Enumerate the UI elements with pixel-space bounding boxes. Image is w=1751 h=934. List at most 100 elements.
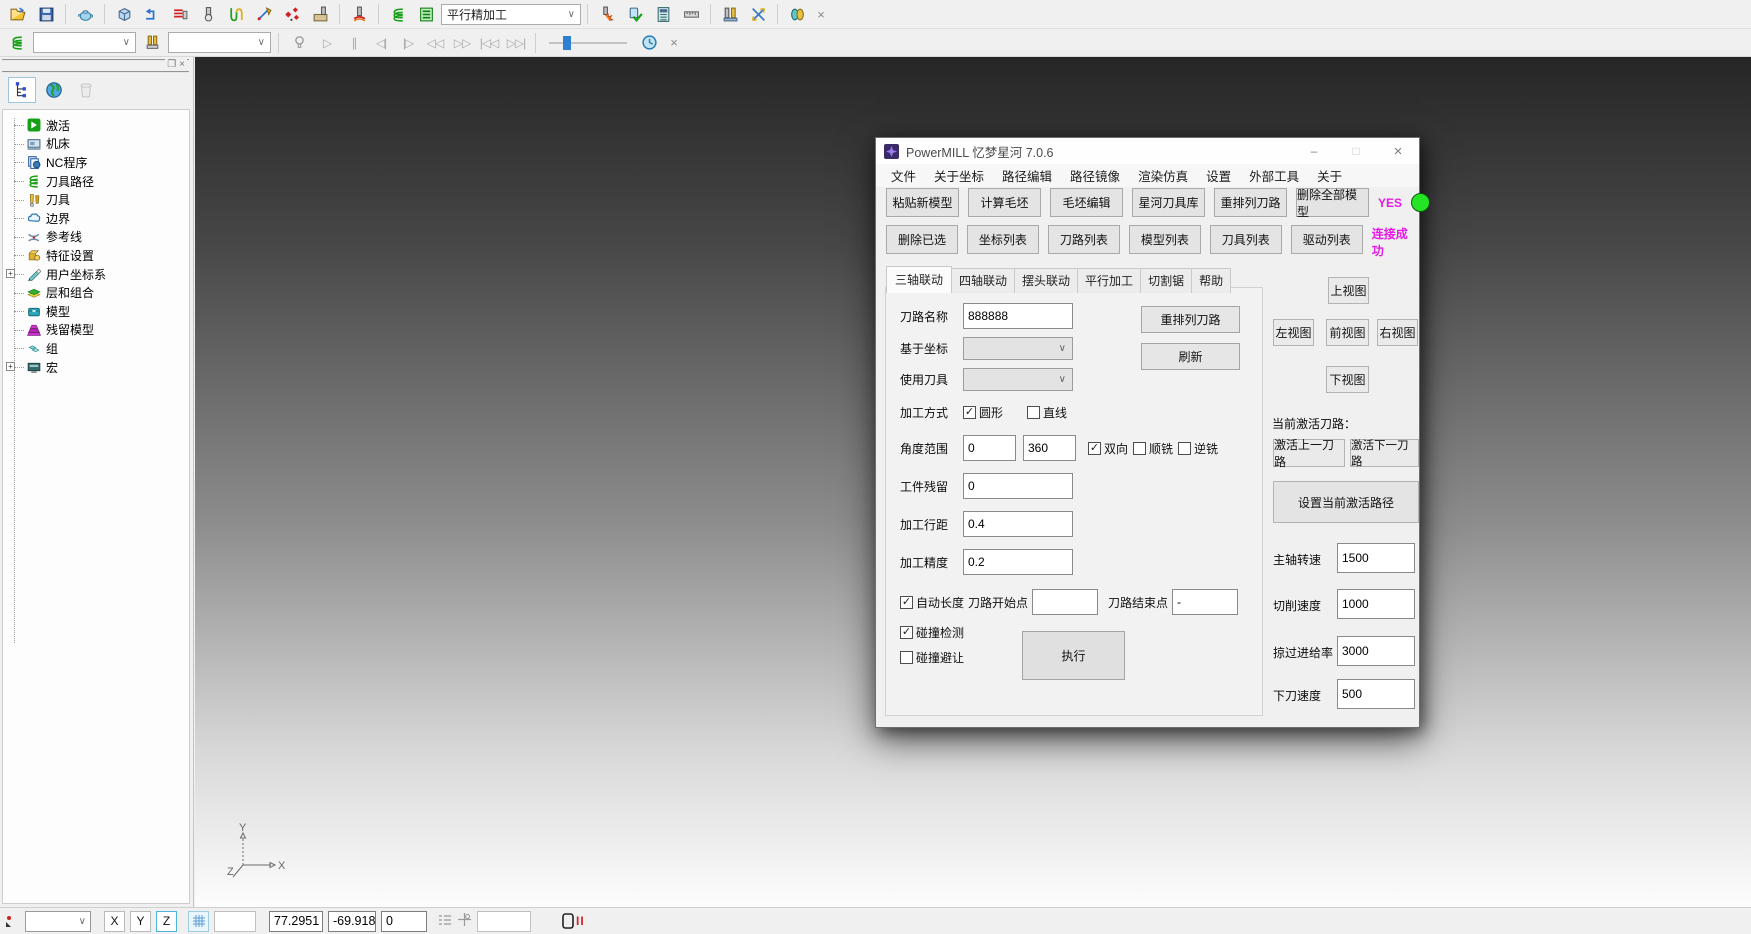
expand-icon[interactable]: + bbox=[6, 362, 15, 371]
drive-list-button[interactable]: 驱动列表 bbox=[1291, 225, 1363, 254]
execute-button[interactable]: 执行 bbox=[1022, 631, 1125, 680]
sim-toolpath-dropdown[interactable]: ∨ bbox=[33, 32, 136, 53]
measure-input[interactable] bbox=[477, 911, 531, 932]
toolpath-list-button[interactable]: 刀路列表 bbox=[1048, 225, 1120, 254]
rearrange-button[interactable]: 重排列刀路 bbox=[1141, 306, 1240, 333]
activate-prev-button[interactable]: 激活上一刀路 bbox=[1273, 439, 1345, 467]
tree-item-nc-program[interactable]: NC程序 bbox=[3, 153, 189, 172]
refresh-button[interactable]: 刷新 bbox=[1141, 343, 1240, 370]
menu-about-coords[interactable]: 关于坐标 bbox=[925, 166, 993, 185]
auto-length-checkbox[interactable]: ✓ bbox=[900, 596, 913, 609]
grid-toggle-icon[interactable] bbox=[188, 911, 209, 932]
circle-checkbox[interactable]: ✓ bbox=[963, 406, 976, 419]
limits-icon[interactable] bbox=[223, 2, 249, 26]
paste-new-model-button[interactable]: 粘贴新模型 bbox=[886, 188, 959, 217]
plunge-feed-input[interactable] bbox=[1337, 679, 1415, 709]
stock-edit-icon[interactable] bbox=[167, 2, 193, 26]
tree-item-machine[interactable]: 机床 bbox=[3, 135, 189, 154]
tool-pair-icon[interactable] bbox=[717, 2, 743, 26]
pause-icon[interactable]: ∥ bbox=[342, 36, 366, 50]
tree-item-models[interactable]: 模型 bbox=[3, 302, 189, 321]
view-top-button[interactable]: 上视图 bbox=[1328, 277, 1369, 304]
verify-collision-icon[interactable] bbox=[594, 2, 620, 26]
trash-icon[interactable] bbox=[72, 77, 100, 103]
stock-input[interactable] bbox=[963, 473, 1073, 499]
menu-path-edit[interactable]: 路径编辑 bbox=[993, 166, 1061, 185]
fast-forward-icon[interactable]: ▷▷ bbox=[450, 36, 474, 50]
play-icon[interactable]: ▷ bbox=[315, 36, 339, 50]
web-globe-icon[interactable] bbox=[40, 77, 68, 103]
sim-tool-icon[interactable] bbox=[139, 31, 165, 55]
axis-y-button[interactable]: Y bbox=[130, 911, 151, 932]
maximize-button[interactable]: □ bbox=[1335, 138, 1377, 164]
pause-indicator-icon[interactable]: II bbox=[562, 913, 585, 929]
coord-list-button[interactable]: 坐标列表 bbox=[967, 225, 1039, 254]
coord-y-field[interactable]: -69.918 bbox=[328, 911, 376, 932]
expand-icon[interactable]: + bbox=[6, 269, 15, 278]
tree-item-activate[interactable]: 激活 bbox=[3, 116, 189, 135]
toolpath-icon[interactable] bbox=[385, 2, 411, 26]
toolbar-close-icon[interactable]: × bbox=[665, 35, 683, 50]
transform-icon[interactable] bbox=[745, 2, 771, 26]
strategy-dropdown[interactable]: 平行精加工 ∨ bbox=[441, 4, 581, 25]
spindle-speed-input[interactable] bbox=[1337, 543, 1415, 573]
close-button[interactable]: × bbox=[1377, 138, 1419, 164]
slider-handle[interactable] bbox=[563, 36, 571, 50]
angle-to-input[interactable] bbox=[1023, 435, 1076, 461]
menu-settings[interactable]: 设置 bbox=[1197, 166, 1240, 185]
delete-all-models-button[interactable]: 删除全部模型 bbox=[1296, 188, 1369, 217]
climb-checkbox[interactable] bbox=[1133, 442, 1146, 455]
save-icon[interactable] bbox=[33, 2, 59, 26]
tool-list-button[interactable]: 刀具列表 bbox=[1210, 225, 1282, 254]
panel-grip[interactable]: ❐ × bbox=[2, 59, 189, 73]
tool-dropdown[interactable]: ∨ bbox=[963, 368, 1073, 391]
verify-ok-icon[interactable] bbox=[622, 2, 648, 26]
toolpath-icon[interactable] bbox=[4, 31, 30, 55]
snap-input[interactable] bbox=[214, 911, 256, 932]
rearrange-toolpath-button[interactable]: 重排列刀路 bbox=[1214, 188, 1287, 217]
angle-from-input[interactable] bbox=[963, 435, 1016, 461]
stepover-input[interactable] bbox=[963, 511, 1073, 537]
tree-item-tools[interactable]: 刀具 bbox=[3, 190, 189, 209]
clock-icon[interactable] bbox=[636, 31, 662, 55]
axis-z-button[interactable]: Z bbox=[156, 911, 177, 932]
tab-tilt-head[interactable]: 摆头联动 bbox=[1014, 268, 1078, 293]
delete-selected-button[interactable]: 删除已选 bbox=[886, 225, 958, 254]
tool-create-icon[interactable] bbox=[195, 2, 221, 26]
open-file-icon[interactable] bbox=[5, 2, 31, 26]
locate-cursor-icon[interactable] bbox=[457, 912, 472, 930]
line-checkbox[interactable] bbox=[1027, 406, 1040, 419]
stock-edit-button[interactable]: 毛坯编辑 bbox=[1050, 188, 1123, 217]
entity-dropdown[interactable]: ∨ bbox=[25, 911, 91, 932]
step-forward-icon[interactable]: |▷ bbox=[396, 36, 420, 50]
menu-file[interactable]: 文件 bbox=[882, 166, 925, 185]
menu-render-sim[interactable]: 渲染仿真 bbox=[1129, 166, 1197, 185]
start-point-input[interactable] bbox=[1032, 589, 1098, 615]
tab-help[interactable]: 帮助 bbox=[1191, 268, 1231, 293]
tab-3axis[interactable]: 三轴联动 bbox=[886, 266, 952, 293]
tree-item-patterns[interactable]: 参考线 bbox=[3, 228, 189, 247]
pattern-points-icon[interactable] bbox=[279, 2, 305, 26]
toolpath-strategy-icon[interactable] bbox=[139, 2, 165, 26]
measure-ruler-icon[interactable] bbox=[678, 2, 704, 26]
collision-check-checkbox[interactable]: ✓ bbox=[900, 626, 913, 639]
coord-x-field[interactable]: 77.2951 bbox=[269, 911, 323, 932]
drop-tool-icon[interactable] bbox=[346, 2, 372, 26]
tool-library-button[interactable]: 星河刀具库 bbox=[1132, 188, 1205, 217]
toolpath-name-input[interactable] bbox=[963, 303, 1073, 329]
calculator-icon[interactable] bbox=[650, 2, 676, 26]
view-left-button[interactable]: 左视图 bbox=[1273, 319, 1314, 346]
tolerance-input[interactable] bbox=[963, 549, 1073, 575]
jump-start-icon[interactable]: |◁◁ bbox=[477, 36, 501, 50]
coord-list-icon[interactable] bbox=[438, 913, 452, 930]
coord-dropdown[interactable]: ∨ bbox=[963, 337, 1073, 360]
dialog-titlebar[interactable]: PowerMILL 忆梦星河 7.0.6 – □ × bbox=[876, 138, 1419, 164]
nc-program-icon[interactable] bbox=[784, 2, 810, 26]
toolpath-list-icon[interactable] bbox=[413, 2, 439, 26]
menu-path-mirror[interactable]: 路径镜像 bbox=[1061, 166, 1129, 185]
sim-tool-dropdown[interactable]: ∨ bbox=[168, 32, 271, 53]
jump-end-icon[interactable]: ▷▷| bbox=[504, 36, 528, 50]
view-bottom-button[interactable]: 下视图 bbox=[1326, 366, 1369, 393]
axis-x-button[interactable]: X bbox=[104, 911, 125, 932]
collision-avoid-checkbox[interactable] bbox=[900, 651, 913, 664]
